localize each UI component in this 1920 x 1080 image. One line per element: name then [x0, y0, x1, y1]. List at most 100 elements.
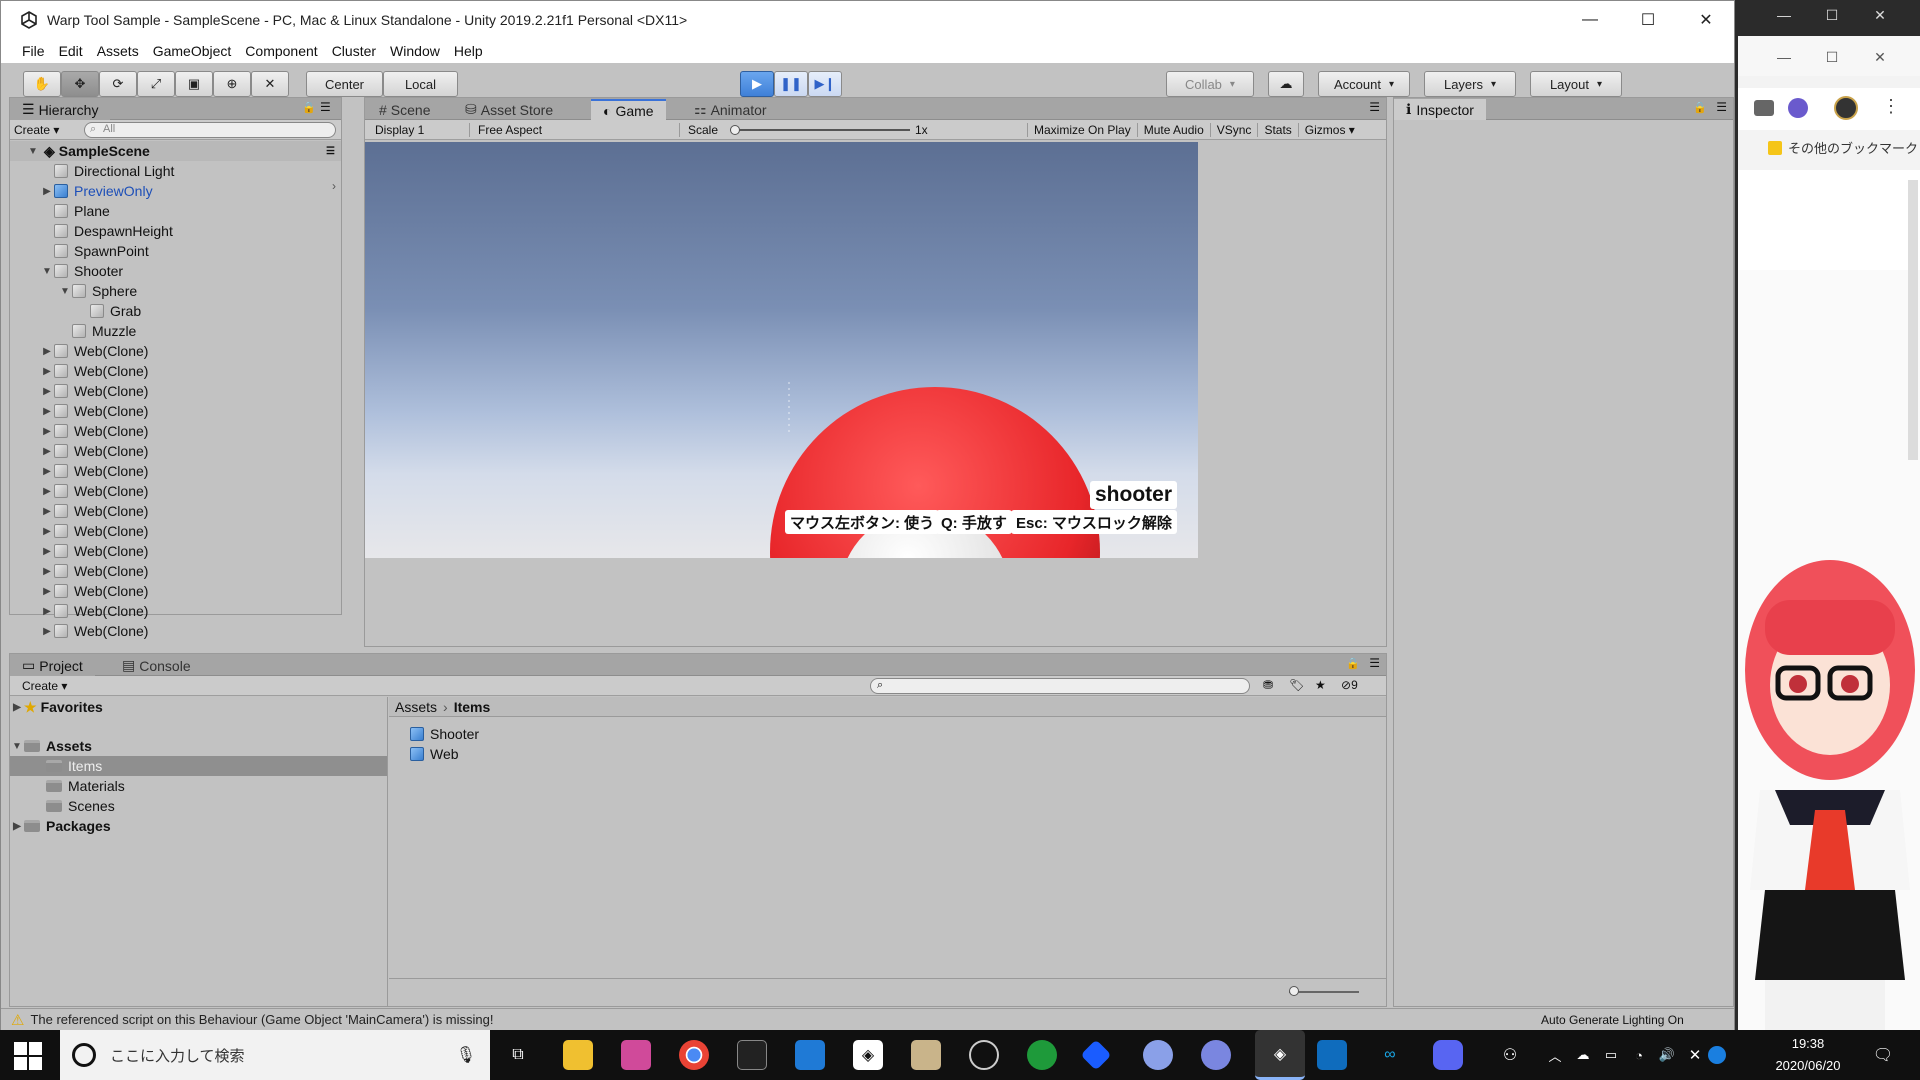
menu-edit[interactable]: Edit	[52, 43, 90, 59]
browser-scrollbar[interactable]	[1908, 180, 1918, 460]
expand-arrow-icon[interactable]: ▶	[40, 406, 54, 417]
hierarchy-item[interactable]: ▶ Web(Clone)	[10, 541, 341, 561]
lock-icon[interactable]: 🔒	[1693, 101, 1707, 114]
unity-taskbar-icon[interactable]: ◈	[1255, 1030, 1305, 1080]
hierarchy-item[interactable]: ▶ Web(Clone)	[10, 381, 341, 401]
step-button[interactable]: ▶❙	[808, 71, 842, 97]
hierarchy-item[interactable]: SpawnPoint	[10, 241, 341, 261]
breadcrumb-items[interactable]: Items	[454, 699, 491, 715]
filter-type-icon[interactable]: ⛃	[1263, 678, 1273, 692]
pivot-local-button[interactable]: Local	[383, 71, 458, 97]
rotate-tool-button[interactable]: ⟳	[99, 71, 137, 97]
expand-arrow-icon[interactable]: ▶	[40, 526, 54, 537]
hand-tool-button[interactable]: ✋	[23, 71, 61, 97]
play-button[interactable]: ▶	[740, 71, 774, 97]
expand-arrow-icon[interactable]: ▶	[40, 186, 54, 197]
breadcrumb-assets[interactable]: Assets	[395, 699, 437, 715]
expand-arrow-icon[interactable]: ▶	[40, 626, 54, 637]
cloud-button[interactable]: ☁	[1268, 71, 1304, 97]
hierarchy-search-input[interactable]: ⌕ All	[84, 122, 336, 138]
hierarchy-item[interactable]: ▶ Web(Clone)	[10, 401, 341, 421]
slider-knob[interactable]	[730, 124, 740, 135]
microphone-icon[interactable]: 🎙	[456, 1045, 476, 1065]
obs-icon[interactable]	[969, 1040, 999, 1070]
collab-dropdown[interactable]: Collab	[1166, 71, 1254, 97]
expand-arrow-icon[interactable]: ▶	[40, 606, 54, 617]
headset-icon[interactable]	[1027, 1040, 1057, 1070]
scene-row[interactable]: ▼ ◈ SampleScene ☰	[10, 141, 341, 161]
file-explorer-icon[interactable]	[563, 1040, 593, 1070]
app-icon[interactable]	[1201, 1040, 1231, 1070]
panel-menu-icon[interactable]: ☰	[320, 100, 331, 114]
panel-menu-icon[interactable]: ☰	[1369, 100, 1380, 114]
expand-arrow-icon[interactable]: ▶	[40, 446, 54, 457]
filter-label-icon[interactable]: 🏷	[1289, 678, 1304, 692]
project-search-input[interactable]: ⌕	[870, 678, 1250, 694]
hierarchy-item[interactable]: ▼ Shooter	[10, 261, 341, 281]
tab-scene[interactable]: # Scene	[367, 99, 443, 120]
unity-hub-icon[interactable]: ◈	[853, 1040, 883, 1070]
menu-file[interactable]: File	[15, 43, 52, 59]
expand-arrow-icon[interactable]: ▶	[40, 366, 54, 377]
profile-avatar[interactable]	[1834, 96, 1858, 120]
hierarchy-item[interactable]: ▶ Web(Clone)	[10, 561, 341, 581]
tab-hierarchy[interactable]: ☰ Hierarchy	[10, 99, 111, 120]
tab-project[interactable]: ▭ Project	[10, 655, 95, 676]
hierarchy-item[interactable]: ▶ Web(Clone)	[10, 581, 341, 601]
expand-arrow-icon[interactable]: ▶	[10, 821, 24, 832]
menu-window[interactable]: Window	[383, 43, 447, 59]
tab-game[interactable]: ◐ Game	[591, 99, 666, 120]
expand-arrow-icon[interactable]: ▶	[40, 546, 54, 557]
hierarchy-item[interactable]: ▼ Sphere	[10, 281, 341, 301]
maximize-button[interactable]: ☐	[1619, 1, 1677, 39]
tree-materials[interactable]: Materials	[10, 776, 387, 796]
scale-slider[interactable]	[730, 124, 915, 135]
lock-icon[interactable]: 🔒	[1346, 657, 1360, 670]
maximize-on-play-toggle[interactable]: Maximize On Play	[1027, 122, 1137, 137]
hierarchy-item[interactable]: ▶ Web(Clone)	[10, 341, 341, 361]
hidden-packages-toggle[interactable]: ⊘9	[1341, 678, 1358, 692]
expand-arrow-icon[interactable]: ▼	[58, 286, 72, 297]
extension-icon[interactable]	[1788, 98, 1808, 118]
menu-gameobject[interactable]: GameObject	[146, 43, 239, 59]
hierarchy-item[interactable]: ▶ Web(Clone)	[10, 361, 341, 381]
tab-inspector[interactable]: ℹ Inspector	[1394, 99, 1486, 120]
rect-tool-button[interactable]: ▣	[175, 71, 213, 97]
expand-arrow-icon[interactable]: ▶	[10, 702, 24, 713]
git-client-icon[interactable]	[621, 1040, 651, 1070]
tree-assets[interactable]: ▼ Assets	[10, 736, 387, 756]
hierarchy-create-button[interactable]: Create ▾	[14, 123, 59, 137]
expand-arrow-icon[interactable]: ▶	[40, 586, 54, 597]
network-warning-icon[interactable]: ☁	[1568, 1040, 1598, 1070]
menu-component[interactable]: Component	[238, 43, 324, 59]
browser-close-button[interactable]: ✕	[1860, 0, 1900, 30]
pause-button[interactable]: ❚❚	[774, 71, 808, 97]
hierarchy-item[interactable]: ▶ Web(Clone)	[10, 521, 341, 541]
gizmos-dropdown[interactable]: Gizmos ▾	[1297, 122, 1361, 137]
tab-console[interactable]: ▤ Console	[110, 655, 203, 676]
app-icon[interactable]: ∞	[1375, 1040, 1405, 1070]
game-view-canvas[interactable]: shooter マウス左ボタン: 使う Q: 手放す Esc: マウスロック解除	[365, 142, 1198, 558]
browser-menu-icon[interactable]: ⋮	[1882, 96, 1900, 117]
minimize-button[interactable]: —	[1561, 1, 1619, 39]
app-icon[interactable]	[1143, 1040, 1173, 1070]
volume-icon[interactable]: 🔊	[1652, 1040, 1682, 1070]
tab-animator[interactable]: ⚏ Animator	[682, 99, 779, 120]
bookmark-other[interactable]: その他のブックマーク	[1768, 138, 1918, 157]
app-icon[interactable]	[911, 1040, 941, 1070]
icon-size-slider[interactable]	[1289, 991, 1359, 993]
people-icon[interactable]: ⚇	[1495, 1040, 1525, 1070]
discord-icon[interactable]	[1433, 1040, 1463, 1070]
close-button[interactable]: ✕	[1677, 1, 1735, 39]
expand-arrow-icon[interactable]: ▶	[40, 346, 54, 357]
vscode-icon[interactable]	[795, 1040, 825, 1070]
start-button[interactable]	[14, 1042, 42, 1070]
menu-help[interactable]: Help	[447, 43, 490, 59]
menu-assets[interactable]: Assets	[90, 43, 146, 59]
stats-toggle[interactable]: Stats	[1257, 122, 1297, 137]
app-icon[interactable]	[1317, 1040, 1347, 1070]
expand-arrow-icon[interactable]: ▶	[40, 506, 54, 517]
app-tray-icon[interactable]	[1708, 1046, 1726, 1064]
wifi-icon[interactable]: ◔	[1624, 1040, 1654, 1070]
tree-scenes[interactable]: Scenes	[10, 796, 387, 816]
